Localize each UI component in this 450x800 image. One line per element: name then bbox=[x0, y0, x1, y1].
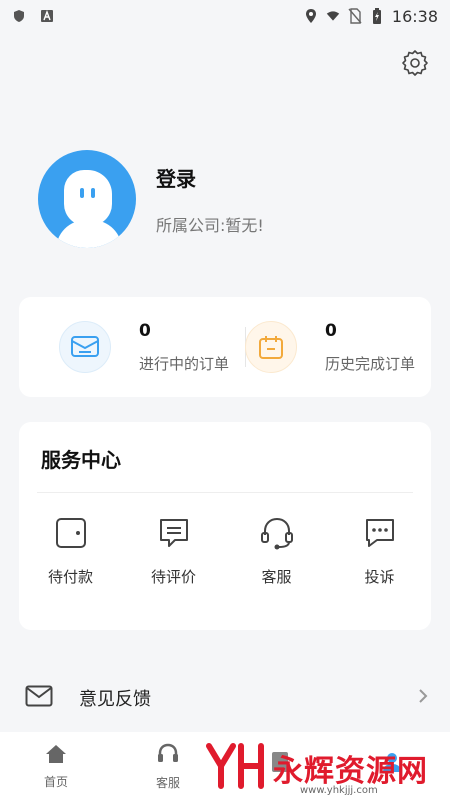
order-in-progress[interactable]: 0 进行中的订单 bbox=[19, 297, 245, 397]
tab-support-label: 客服 bbox=[155, 775, 180, 790]
battery-icon bbox=[370, 8, 384, 24]
service-pending-review-label: 待评价 bbox=[150, 568, 196, 586]
feedback-row[interactable]: 意见反馈 bbox=[0, 670, 450, 726]
mail-icon bbox=[25, 685, 53, 711]
service-customer-support-label: 客服 bbox=[261, 568, 292, 586]
wallet-icon bbox=[52, 514, 90, 552]
tab-support[interactable]: 客服 bbox=[112, 732, 224, 800]
service-customer-support[interactable]: 客服 bbox=[225, 514, 328, 587]
wifi-icon bbox=[326, 9, 340, 23]
headset-tab-icon bbox=[156, 742, 180, 770]
services-row: 待付款 待评价 客服 投诉 bbox=[19, 514, 431, 587]
tab-home[interactable]: 首页 bbox=[0, 732, 112, 800]
chat-dots-icon bbox=[361, 514, 399, 552]
calendar-icon bbox=[245, 321, 297, 373]
order-history-label: 历史完成订单 bbox=[325, 354, 416, 373]
services-card: 服务中心 待付款 待评价 客服 投诉 bbox=[19, 422, 431, 630]
company-label: 所属公司:暂无! bbox=[156, 215, 264, 235]
status-bar: 16:38 bbox=[0, 0, 450, 32]
comment-icon bbox=[155, 514, 193, 552]
status-time: 16:38 bbox=[391, 6, 438, 26]
avatar-head bbox=[64, 170, 112, 226]
feedback-label: 意见反馈 bbox=[79, 689, 151, 710]
service-pending-payment-label: 待付款 bbox=[47, 568, 93, 586]
envelope-check-icon bbox=[59, 321, 111, 373]
services-title: 服务中心 bbox=[41, 448, 121, 472]
location-icon bbox=[304, 9, 318, 23]
tab-home-label: 首页 bbox=[43, 774, 68, 789]
order-in-progress-text: 0 进行中的订单 bbox=[139, 321, 229, 374]
avatar-eye-left bbox=[80, 188, 84, 198]
service-pending-payment[interactable]: 待付款 bbox=[19, 514, 122, 587]
orders-card: 0 进行中的订单 0 历史完成订单 bbox=[19, 297, 431, 397]
user-tab-icon bbox=[381, 750, 403, 778]
order-history-text: 0 历史完成订单 bbox=[325, 321, 415, 374]
order-history[interactable]: 0 历史完成订单 bbox=[245, 297, 431, 397]
service-complaint[interactable]: 投诉 bbox=[328, 514, 431, 587]
avatar-eye-right bbox=[91, 188, 95, 198]
login-link[interactable]: 登录 bbox=[156, 163, 264, 192]
headset-icon bbox=[258, 514, 296, 552]
bottom-tab-bar: 首页 客服 bbox=[0, 732, 450, 800]
home-icon bbox=[44, 743, 68, 769]
app-a-status-icon bbox=[40, 9, 54, 23]
profile-section: 登录 所属公司:暂无! bbox=[38, 150, 264, 248]
chevron-right-icon bbox=[418, 688, 428, 708]
order-in-progress-count: 0 bbox=[139, 320, 151, 341]
avatar[interactable] bbox=[38, 150, 136, 248]
gear-icon bbox=[401, 49, 429, 81]
document-tab-icon bbox=[269, 750, 291, 778]
status-left bbox=[12, 9, 54, 23]
status-right: 16:38 bbox=[304, 7, 438, 26]
order-in-progress-label: 进行中的订单 bbox=[139, 354, 230, 373]
profile-text: 登录 所属公司:暂无! bbox=[156, 163, 264, 236]
no-sim-icon bbox=[348, 8, 362, 24]
order-history-count: 0 bbox=[325, 320, 337, 341]
shield-status-icon bbox=[12, 9, 26, 23]
service-complaint-label: 投诉 bbox=[364, 568, 395, 586]
service-pending-review[interactable]: 待评价 bbox=[122, 514, 225, 587]
watermark-url: www.yhkjjj.com bbox=[300, 785, 378, 796]
settings-button[interactable] bbox=[400, 50, 430, 80]
services-divider bbox=[37, 492, 413, 493]
